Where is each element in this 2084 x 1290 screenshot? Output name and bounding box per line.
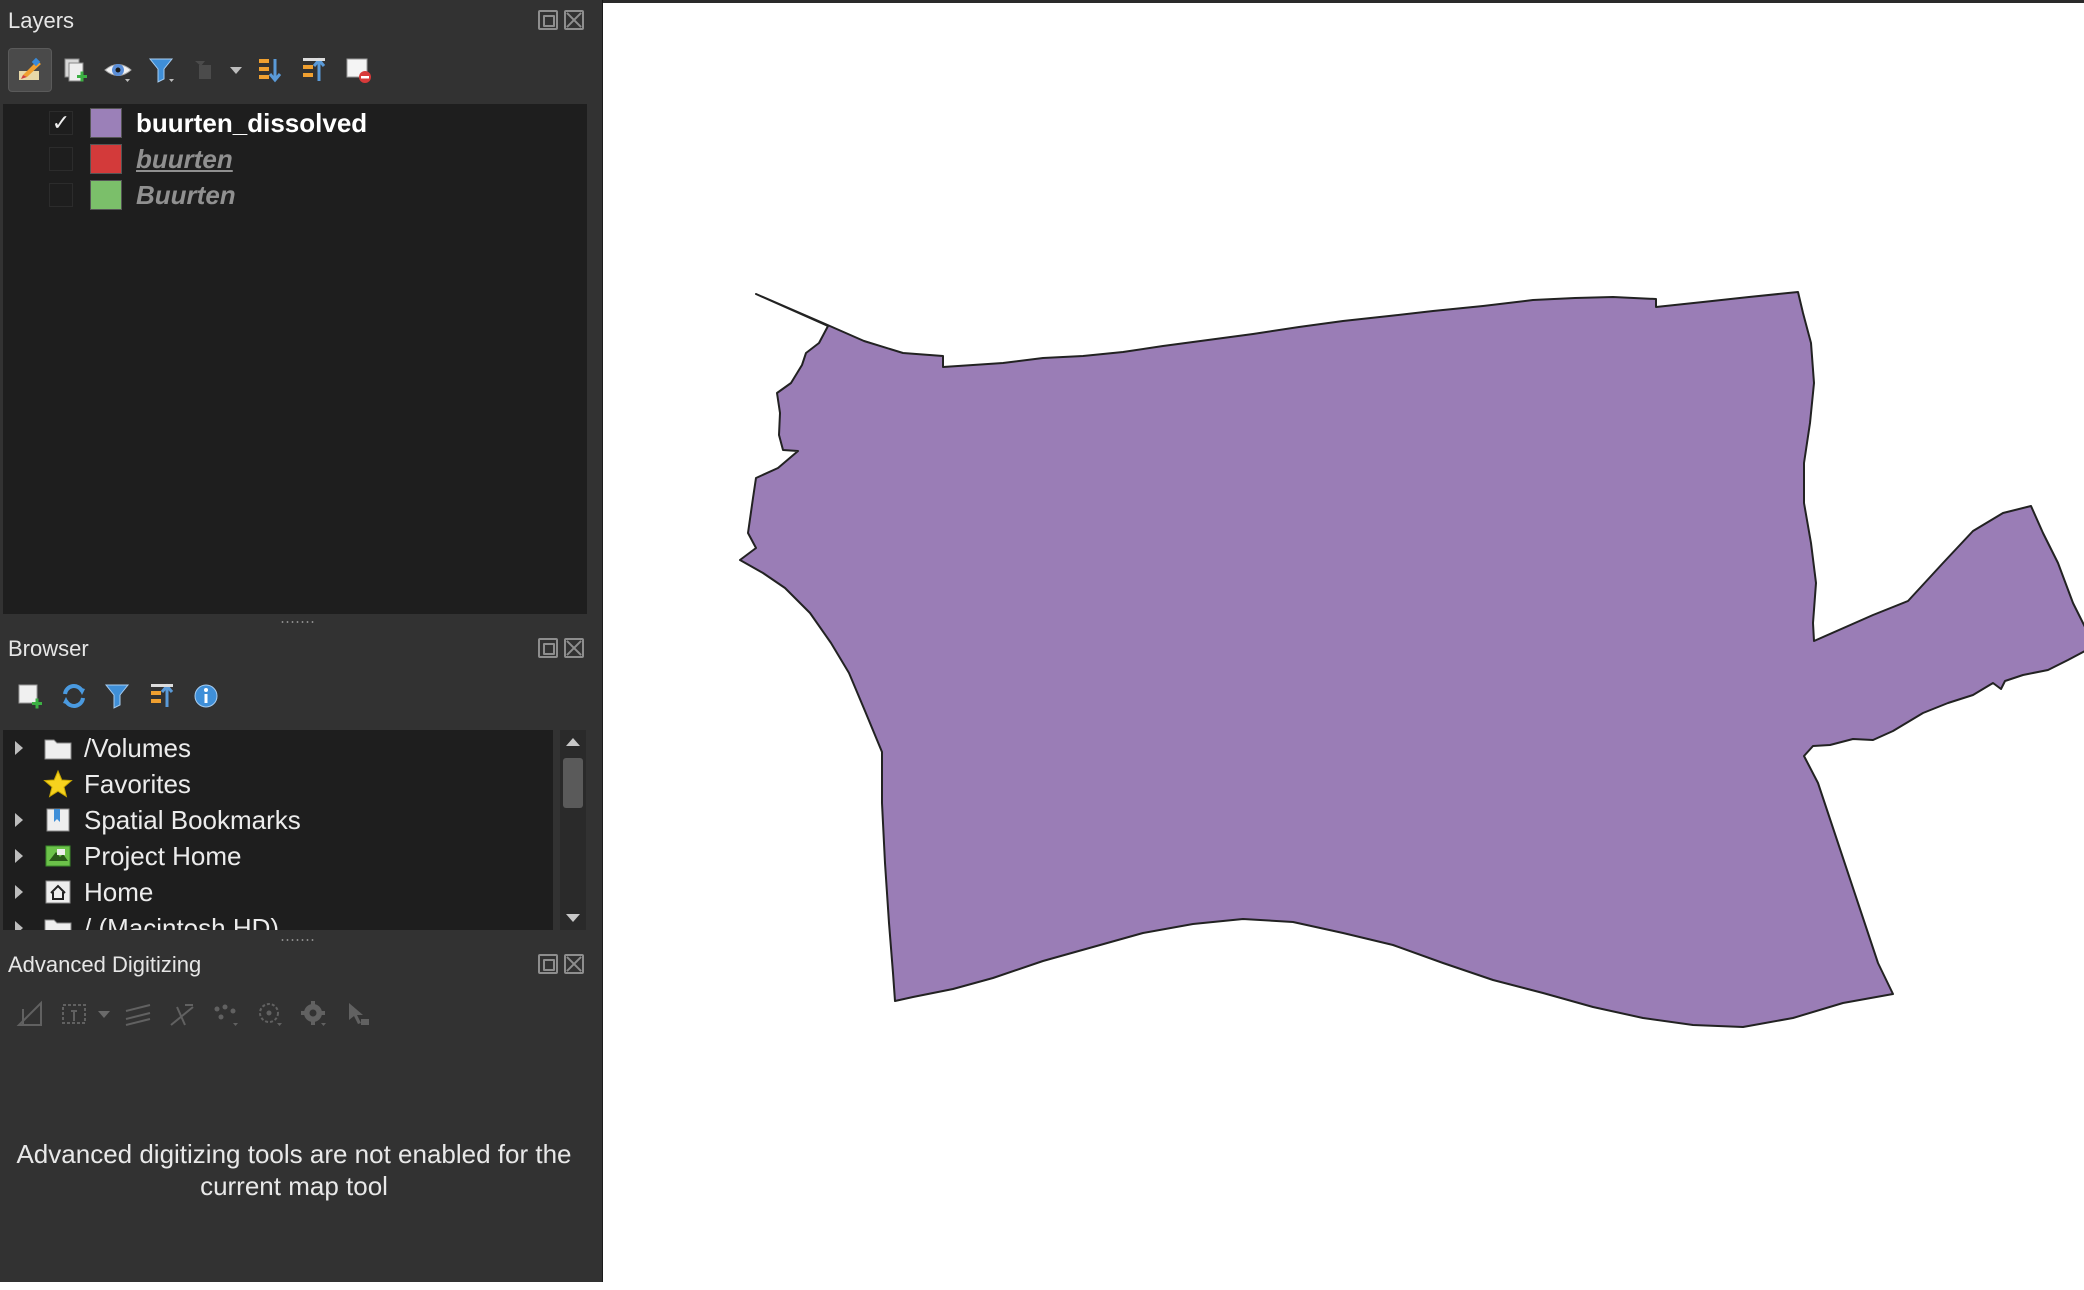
layer-name[interactable]: buurten_dissolved [136,108,367,139]
layer-color-swatch[interactable] [90,180,122,210]
map-canvas[interactable] [603,0,2084,1282]
parallel-icon[interactable] [116,992,160,1036]
collapse-all-icon[interactable] [292,48,336,92]
digitizing-toolbar [8,992,380,1036]
layers-tree[interactable]: ✓ buurten_dissolved buurten Buurten [3,104,587,614]
list-item-label: /Volumes [84,732,191,763]
style-brush-icon[interactable] [8,48,52,92]
buurten-dissolved-polygon[interactable] [739,291,2084,1028]
filter-icon[interactable] [140,48,184,92]
add-group-icon[interactable] [52,48,96,92]
expand-arrow-icon[interactable] [15,885,23,899]
list-item-label: Home [84,876,154,907]
layer-visibility-checkbox[interactable] [49,147,73,171]
scrollbar-thumb[interactable] [563,758,583,808]
filter-icon[interactable] [96,674,140,718]
scroll-up-icon[interactable] [566,738,580,746]
expand-arrow-icon[interactable] [15,741,23,755]
layer-row[interactable]: Buurten [3,178,587,212]
panel-splitter-handle[interactable] [280,938,316,942]
layers-panel-title: Layers [8,8,75,33]
bookmark-icon [46,808,70,832]
expand-all-icon[interactable] [248,48,292,92]
close-panel-icon[interactable] [564,954,584,974]
list-item-label: Favorites [84,768,191,799]
list-item-label: / (Macintosh HD) [84,912,280,931]
snap-angle-icon[interactable] [248,992,292,1036]
filter-legend-icon[interactable] [184,48,228,92]
construction-mode-icon[interactable] [52,992,96,1036]
home-icon [45,880,71,904]
layers-panel-buttons [538,10,584,30]
digitizing-panel-title: Advanced Digitizing [8,952,202,977]
close-panel-icon[interactable] [564,638,584,658]
float-panel-icon[interactable] [538,954,558,974]
perpendicular-icon[interactable] [160,992,204,1036]
layer-name[interactable]: Buurten [136,180,236,211]
browser-panel-title: Browser [8,636,89,661]
layer-visibility-checkbox[interactable]: ✓ [49,111,73,135]
expand-arrow-icon[interactable] [15,813,23,827]
layer-color-swatch[interactable] [90,144,122,174]
refresh-icon[interactable] [52,674,96,718]
remove-layer-icon[interactable] [336,48,380,92]
map-svg[interactable] [603,3,2084,1285]
folder-icon [44,739,72,760]
info-icon[interactable] [184,674,228,718]
scroll-down-icon[interactable] [566,914,580,922]
snap-points-icon[interactable] [204,992,248,1036]
project-home-icon [45,845,71,867]
chevron-down-icon[interactable] [98,1010,110,1018]
gear-icon[interactable] [292,992,336,1036]
layers-toolbar [8,48,380,92]
browser-panel-buttons [538,638,584,658]
add-selected-icon[interactable] [8,674,52,718]
panel-splitter-handle[interactable] [280,620,316,624]
star-icon [43,769,73,798]
layer-name[interactable]: buurten [136,144,233,175]
layer-row[interactable]: ✓ buurten_dissolved [3,106,587,140]
expand-arrow-icon[interactable] [15,921,23,930]
float-panel-icon[interactable] [538,638,558,658]
close-panel-icon[interactable] [564,10,584,30]
float-panel-icon[interactable] [538,10,558,30]
left-dock: Layers ✓ buurten_dissolved buurten Buurt… [0,0,603,1282]
layer-row[interactable]: buurten [3,142,587,176]
collapse-all-icon[interactable] [140,674,184,718]
chevron-down-icon[interactable] [230,66,242,74]
layer-visibility-checkbox[interactable] [49,183,73,207]
list-item-label: Spatial Bookmarks [84,804,301,835]
list-item-label: Project Home [84,840,242,871]
digitizing-panel-buttons [538,954,584,974]
folder-icon [44,919,72,930]
browser-toolbar [8,674,228,718]
browser-scrollbar[interactable] [560,730,586,930]
enable-digitizing-icon[interactable] [8,992,52,1036]
floater-icon[interactable] [336,992,380,1036]
expand-arrow-icon[interactable] [15,849,23,863]
digitizing-disabled-message: Advanced digitizing tools are not enable… [16,1139,572,1201]
browser-tree[interactable]: /Volumes Favorites Spatial Bookmarks Pro… [3,730,553,930]
layer-color-swatch[interactable] [90,108,122,138]
eye-icon[interactable] [96,48,140,92]
